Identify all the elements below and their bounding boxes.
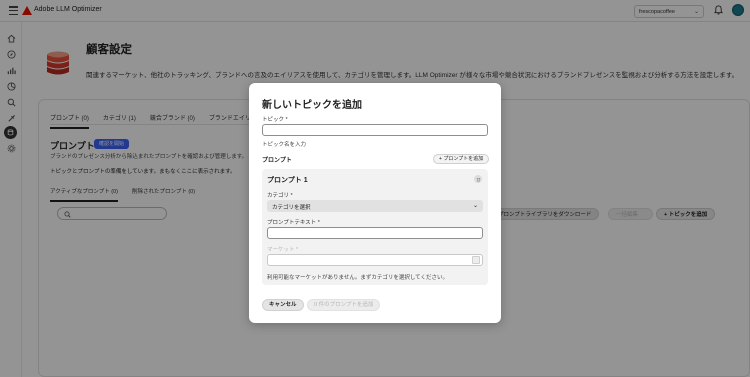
add-topic-dialog: 新しいトピックを追加 トピック * トピック名を入力 プロンプト + プロンプト… bbox=[249, 83, 501, 323]
prompt-card: プロンプト 1 カテゴリ * カテゴリを選択 ⌄ プロンプトテキスト * マーケ… bbox=[262, 169, 488, 285]
cancel-button[interactable]: キャンセル bbox=[262, 299, 304, 311]
market-help: 利用可能なマーケットがありません。まずカテゴリを選択してください。 bbox=[267, 275, 449, 281]
add-prompt-label: プロンプトを追加 bbox=[443, 156, 484, 162]
delete-prompt-button[interactable] bbox=[474, 175, 482, 183]
prompt-text-input[interactable] bbox=[267, 227, 483, 239]
trash-icon bbox=[476, 177, 480, 181]
market-label: マーケット * bbox=[267, 247, 299, 253]
category-select[interactable]: カテゴリを選択 ⌄ bbox=[267, 200, 483, 212]
market-picker-icon[interactable] bbox=[472, 256, 480, 264]
prompts-section-label: プロンプト bbox=[262, 158, 292, 164]
category-label: カテゴリ * bbox=[267, 193, 293, 199]
dialog-title: 新しいトピックを追加 bbox=[262, 100, 362, 111]
add-prompts-button[interactable]: 0 件のプロンプトを追加 bbox=[307, 299, 381, 311]
category-select-value: カテゴリを選択 bbox=[272, 205, 311, 211]
add-prompt-button[interactable]: + プロンプトを追加 bbox=[433, 154, 490, 164]
topic-label: トピック * bbox=[262, 117, 288, 123]
prompt-text-label: プロンプトテキスト * bbox=[267, 220, 320, 226]
chevron-down-icon: ⌄ bbox=[472, 203, 478, 209]
market-input[interactable] bbox=[267, 254, 483, 266]
prompt-card-title: プロンプト 1 bbox=[267, 177, 308, 184]
topic-help: トピック名を入力 bbox=[262, 142, 307, 148]
topic-input[interactable] bbox=[262, 124, 488, 136]
